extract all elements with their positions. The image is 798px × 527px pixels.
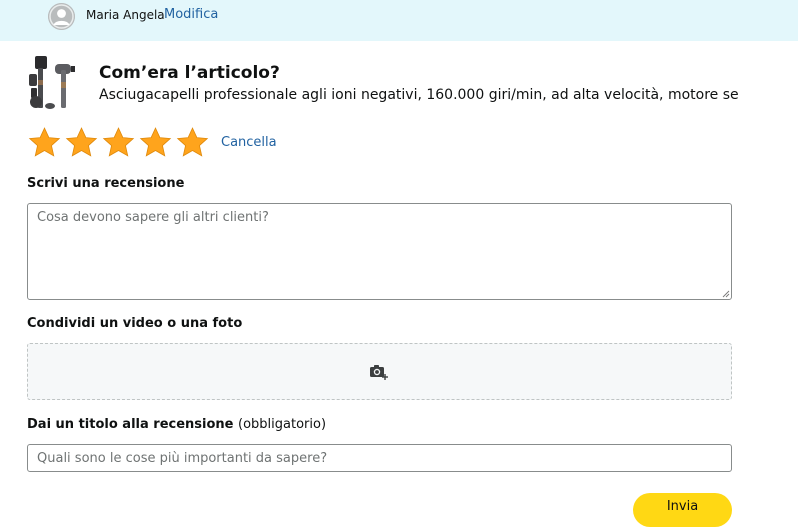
media-upload-area[interactable] [27,343,732,400]
review-placeholder: Cosa devono sapere gli altri clienti? [37,210,269,225]
user-name: Maria Angela [86,8,165,22]
hair-dryer-icon [29,56,75,109]
submit-button[interactable]: Invia [633,493,732,527]
review-title-label: Dai un titolo alla recensione (obbligato… [27,417,326,432]
review-textarea[interactable]: Cosa devono sapere gli altri clienti? [27,203,732,300]
product-description: Asciugacapelli professionale agli ioni n… [99,87,739,103]
star-rating[interactable] [27,126,212,160]
media-label: Condividi un video o una foto [27,316,243,331]
required-note: (obbligatorio) [238,417,327,432]
star-icon[interactable] [101,126,136,160]
product-image [27,54,81,110]
review-title-label-text: Dai un titolo alla recensione [27,417,234,432]
review-title-input[interactable]: Quali sono le cose più importanti da sap… [27,444,732,472]
star-icon[interactable] [175,126,210,160]
user-silhouette-icon [48,3,75,30]
resize-handle-icon[interactable] [722,290,730,298]
star-icon[interactable] [138,126,173,160]
star-icon[interactable] [27,126,62,160]
review-title-placeholder: Quali sono le cose più importanti da sap… [37,451,328,466]
edit-profile-link[interactable]: Modifica [164,7,218,22]
star-icon[interactable] [64,126,99,160]
avatar[interactable] [48,3,75,30]
camera-add-icon [370,365,388,380]
clear-rating-link[interactable]: Cancella [221,135,277,150]
review-label: Scrivi una recensione [27,176,185,191]
product-question-heading: Com’era l’articolo? [99,63,280,83]
profile-header: Maria Angela Modifica [0,0,798,41]
